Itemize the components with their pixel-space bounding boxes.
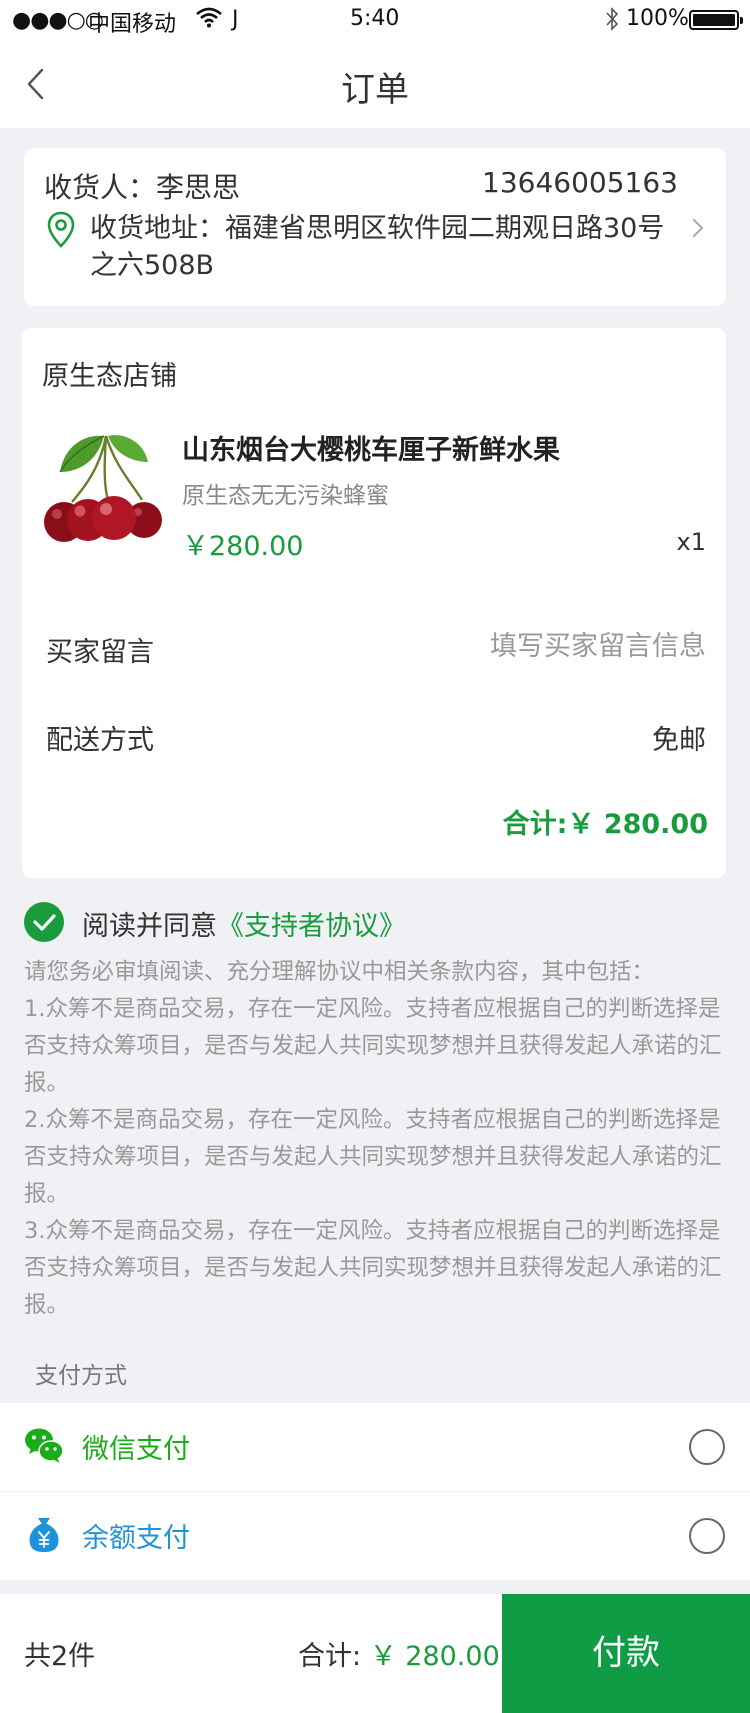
- payment-label: 余额支付: [82, 1523, 190, 1554]
- payment-label: 微信支付: [82, 1434, 190, 1465]
- product-image: [42, 428, 162, 548]
- delivery-address: 收货地址：福建省思明区软件园二期观日路30号之六508B: [90, 213, 665, 281]
- receiver-name: 收货人：李思思: [44, 171, 241, 204]
- agreement-text: 阅读并同意《支持者协议》: [82, 904, 406, 943]
- payment-radio-wechat[interactable]: [689, 1429, 725, 1465]
- checkout-total-amount: ￥ 280.00: [369, 1641, 500, 1672]
- terms-paragraph: 1.众筹不是商品交易，存在一定风险。支持者应根据自己的判断选择是否支持众筹项目，…: [24, 996, 722, 1096]
- bluetooth-icon: [604, 6, 620, 38]
- order-total: 合计:￥ 280.00: [502, 809, 708, 840]
- order-card: 原生态店铺 山东烟台大樱桃车厘子新鲜水果 原生态无无污染蜂蜜 ￥280.00 x…: [22, 328, 726, 878]
- check-icon: [24, 914, 64, 946]
- agreement-checkbox[interactable]: [24, 902, 64, 942]
- payment-radio-balance[interactable]: [689, 1518, 725, 1554]
- status-bar: ●●●○○ 中国移动 J 5:40 100%: [0, 0, 750, 40]
- battery-icon: [689, 10, 743, 30]
- location-pin-icon: [46, 210, 76, 254]
- product-price: ￥280.00: [182, 531, 304, 562]
- delivery-method-label: 配送方式: [46, 725, 154, 756]
- agreement-prefix: 阅读并同意: [82, 911, 217, 942]
- money-bag-icon: [24, 1514, 64, 1554]
- agreement-link[interactable]: 《支持者协议》: [217, 911, 406, 942]
- delivery-method-value: 免邮: [652, 725, 706, 756]
- wechat-icon: [24, 1425, 64, 1465]
- receiver-phone: 13646005163: [482, 166, 678, 199]
- payment-method-title: 支付方式: [35, 1363, 127, 1389]
- clock-time: 5:40: [350, 6, 400, 31]
- status-j: J: [232, 7, 239, 32]
- checkout-total: 合计: ￥ 280.00: [298, 1634, 500, 1673]
- buyer-message-label: 买家留言: [46, 637, 154, 668]
- payment-option-balance[interactable]: 余额支付: [0, 1492, 750, 1580]
- product-title: 山东烟台大樱桃车厘子新鲜水果: [182, 435, 560, 466]
- payment-option-wechat[interactable]: 微信支付: [0, 1403, 750, 1491]
- buyer-message-input[interactable]: [406, 626, 706, 666]
- checkout-bar: 共2件 合计: ￥ 280.00 付款: [0, 1594, 750, 1713]
- shop-name: 原生态店铺: [42, 361, 177, 392]
- page-title: 订单: [341, 70, 409, 110]
- terms-paragraph: 请您务必审填阅读、充分理解协议中相关条款内容，其中包括：: [24, 959, 655, 985]
- product-subtitle: 原生态无无污染蜂蜜: [182, 483, 389, 509]
- address-card[interactable]: 收货人：李思思 13646005163 收货地址：福建省思明区软件园二期观日路3…: [24, 148, 726, 306]
- battery-percent: 100%: [626, 6, 689, 31]
- navigation-bar: 订单: [0, 40, 750, 128]
- carrier-name: 中国移动: [88, 12, 177, 37]
- terms-paragraph: 2.众筹不是商品交易，存在一定风险。支持者应根据自己的判断选择是否支持众筹项目，…: [24, 1107, 722, 1207]
- item-count: 共2件: [24, 1641, 96, 1672]
- chevron-right-icon: [690, 216, 706, 244]
- wifi-icon: [196, 6, 222, 34]
- checkout-total-label: 合计:: [298, 1641, 370, 1672]
- terms-paragraph: 3.众筹不是商品交易，存在一定风险。支持者应根据自己的判断选择是否支持众筹项目，…: [24, 1218, 722, 1318]
- pay-button[interactable]: 付款: [502, 1594, 750, 1713]
- product-quantity: x1: [676, 528, 706, 556]
- agreement-terms: 请您务必审填阅读、充分理解协议中相关条款内容，其中包括： 1.众筹不是商品交易，…: [24, 954, 728, 1324]
